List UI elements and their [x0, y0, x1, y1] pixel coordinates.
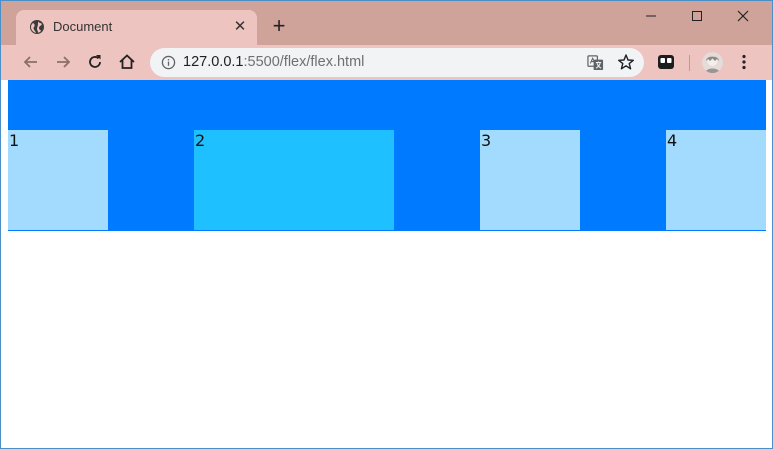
back-icon[interactable] [21, 52, 41, 72]
url-host: 127.0.0.1 [183, 54, 244, 70]
address-bar[interactable]: 127.0.0.1:5500/flex/flex.html [150, 48, 644, 77]
browser-window: Document ✕ + 127.0.0.1:5500/flex/flex.ht… [0, 0, 773, 449]
maximize-icon [692, 11, 702, 21]
title-bar: Document ✕ + [1, 1, 772, 45]
avatar-image-icon [702, 52, 723, 73]
home-icon[interactable] [117, 52, 137, 72]
tab-close-icon[interactable]: ✕ [231, 18, 249, 36]
window-close-icon [737, 10, 749, 22]
tab-document[interactable]: Document ✕ [16, 10, 257, 45]
avatar[interactable] [702, 52, 723, 73]
star-icon[interactable] [617, 53, 635, 71]
flex-item-1: 1 [8, 130, 108, 230]
window-close-button[interactable] [720, 5, 766, 27]
flex-item-3: 3 [480, 130, 580, 230]
reload-icon[interactable] [85, 52, 105, 72]
globe-icon [30, 20, 44, 34]
new-tab-button[interactable]: + [267, 15, 291, 39]
minimize-icon [646, 15, 656, 17]
flex-item-2: 2 [194, 130, 394, 230]
url-path: :5500/flex/flex.html [243, 54, 365, 70]
maximize-button[interactable] [674, 5, 720, 27]
flex-item-4: 4 [666, 130, 766, 230]
menu-icon[interactable] [735, 53, 753, 71]
tab-title: Document [53, 19, 113, 34]
toolbar-divider [689, 55, 690, 71]
info-icon[interactable] [161, 55, 176, 70]
forward-icon[interactable] [53, 52, 73, 72]
extension-icon[interactable] [657, 54, 675, 70]
page-viewport: 1 2 3 4 [8, 80, 766, 442]
browser-toolbar: 127.0.0.1:5500/flex/flex.html [1, 45, 772, 80]
translate-icon[interactable] [587, 54, 604, 71]
flex-container: 1 2 3 4 [8, 80, 766, 231]
url-text[interactable]: 127.0.0.1:5500/flex/flex.html [183, 54, 364, 71]
minimize-button[interactable] [628, 5, 674, 27]
